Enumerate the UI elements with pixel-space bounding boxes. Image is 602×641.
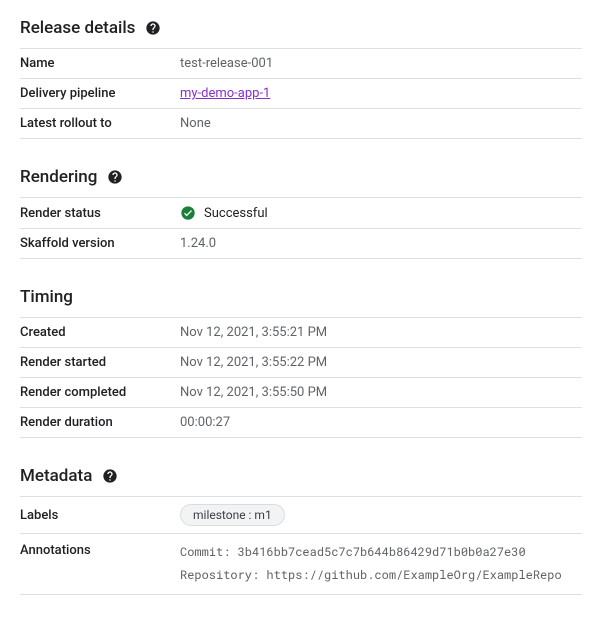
section-header-rendering: Rendering [20,167,582,187]
annotation-line: Repository: https://github.com/ExampleOr… [180,564,582,587]
row-render-completed: Render completed Nov 12, 2021, 3:55:50 P… [20,377,582,407]
row-render-started: Render started Nov 12, 2021, 3:55:22 PM [20,347,582,377]
label-render-status: Render status [20,206,180,221]
row-delivery-pipeline: Delivery pipeline my-demo-app-1 [20,78,582,108]
row-annotations: Annotations Commit: 3b416bb7cead5c7c7b64… [20,533,582,595]
help-icon[interactable] [145,20,161,36]
value-created: Nov 12, 2021, 3:55:21 PM [180,325,582,340]
label-delivery-pipeline: Delivery pipeline [20,86,180,101]
section-release-details: Release details Name test-release-001 De… [20,18,582,139]
section-header-release-details: Release details [20,18,582,38]
label-latest-rollout: Latest rollout to [20,116,180,131]
label-labels: Labels [20,508,180,523]
value-annotations: Commit: 3b416bb7cead5c7c7b644b86429d71b0… [180,541,582,587]
row-latest-rollout: Latest rollout to None [20,108,582,139]
help-icon[interactable] [107,169,123,185]
link-delivery-pipeline[interactable]: my-demo-app-1 [180,86,270,101]
row-render-status: Render status Successful [20,197,582,228]
row-skaffold-version: Skaffold version 1.24.0 [20,228,582,259]
value-render-duration: 00:00:27 [180,415,582,430]
label-render-started: Render started [20,355,180,370]
section-header-timing: Timing [20,287,582,307]
label-render-completed: Render completed [20,385,180,400]
label-chip: milestone : m1 [180,504,285,526]
section-timing: Timing Created Nov 12, 2021, 3:55:21 PM … [20,287,582,438]
value-latest-rollout: None [180,116,582,131]
section-title: Rendering [20,167,97,187]
label-name: Name [20,56,180,71]
row-name: Name test-release-001 [20,48,582,78]
value-name: test-release-001 [180,56,582,71]
success-check-icon [180,205,196,221]
section-metadata: Metadata Labels milestone : m1 Annotatio… [20,466,582,595]
help-icon[interactable] [102,468,118,484]
label-render-duration: Render duration [20,415,180,430]
label-skaffold-version: Skaffold version [20,236,180,251]
value-render-started: Nov 12, 2021, 3:55:22 PM [180,355,582,370]
section-title: Timing [20,287,73,307]
section-rendering: Rendering Render status Successful Skaff… [20,167,582,259]
section-title: Release details [20,18,135,38]
row-labels: Labels milestone : m1 [20,496,582,533]
annotation-line: Commit: 3b416bb7cead5c7c7b644b86429d71b0… [180,541,582,564]
row-created: Created Nov 12, 2021, 3:55:21 PM [20,317,582,347]
label-annotations: Annotations [20,541,180,558]
section-header-metadata: Metadata [20,466,582,486]
section-title: Metadata [20,466,92,486]
label-created: Created [20,325,180,340]
value-render-completed: Nov 12, 2021, 3:55:50 PM [180,385,582,400]
row-render-duration: Render duration 00:00:27 [20,407,582,438]
value-skaffold-version: 1.24.0 [180,236,582,251]
value-render-status: Successful [204,206,268,221]
